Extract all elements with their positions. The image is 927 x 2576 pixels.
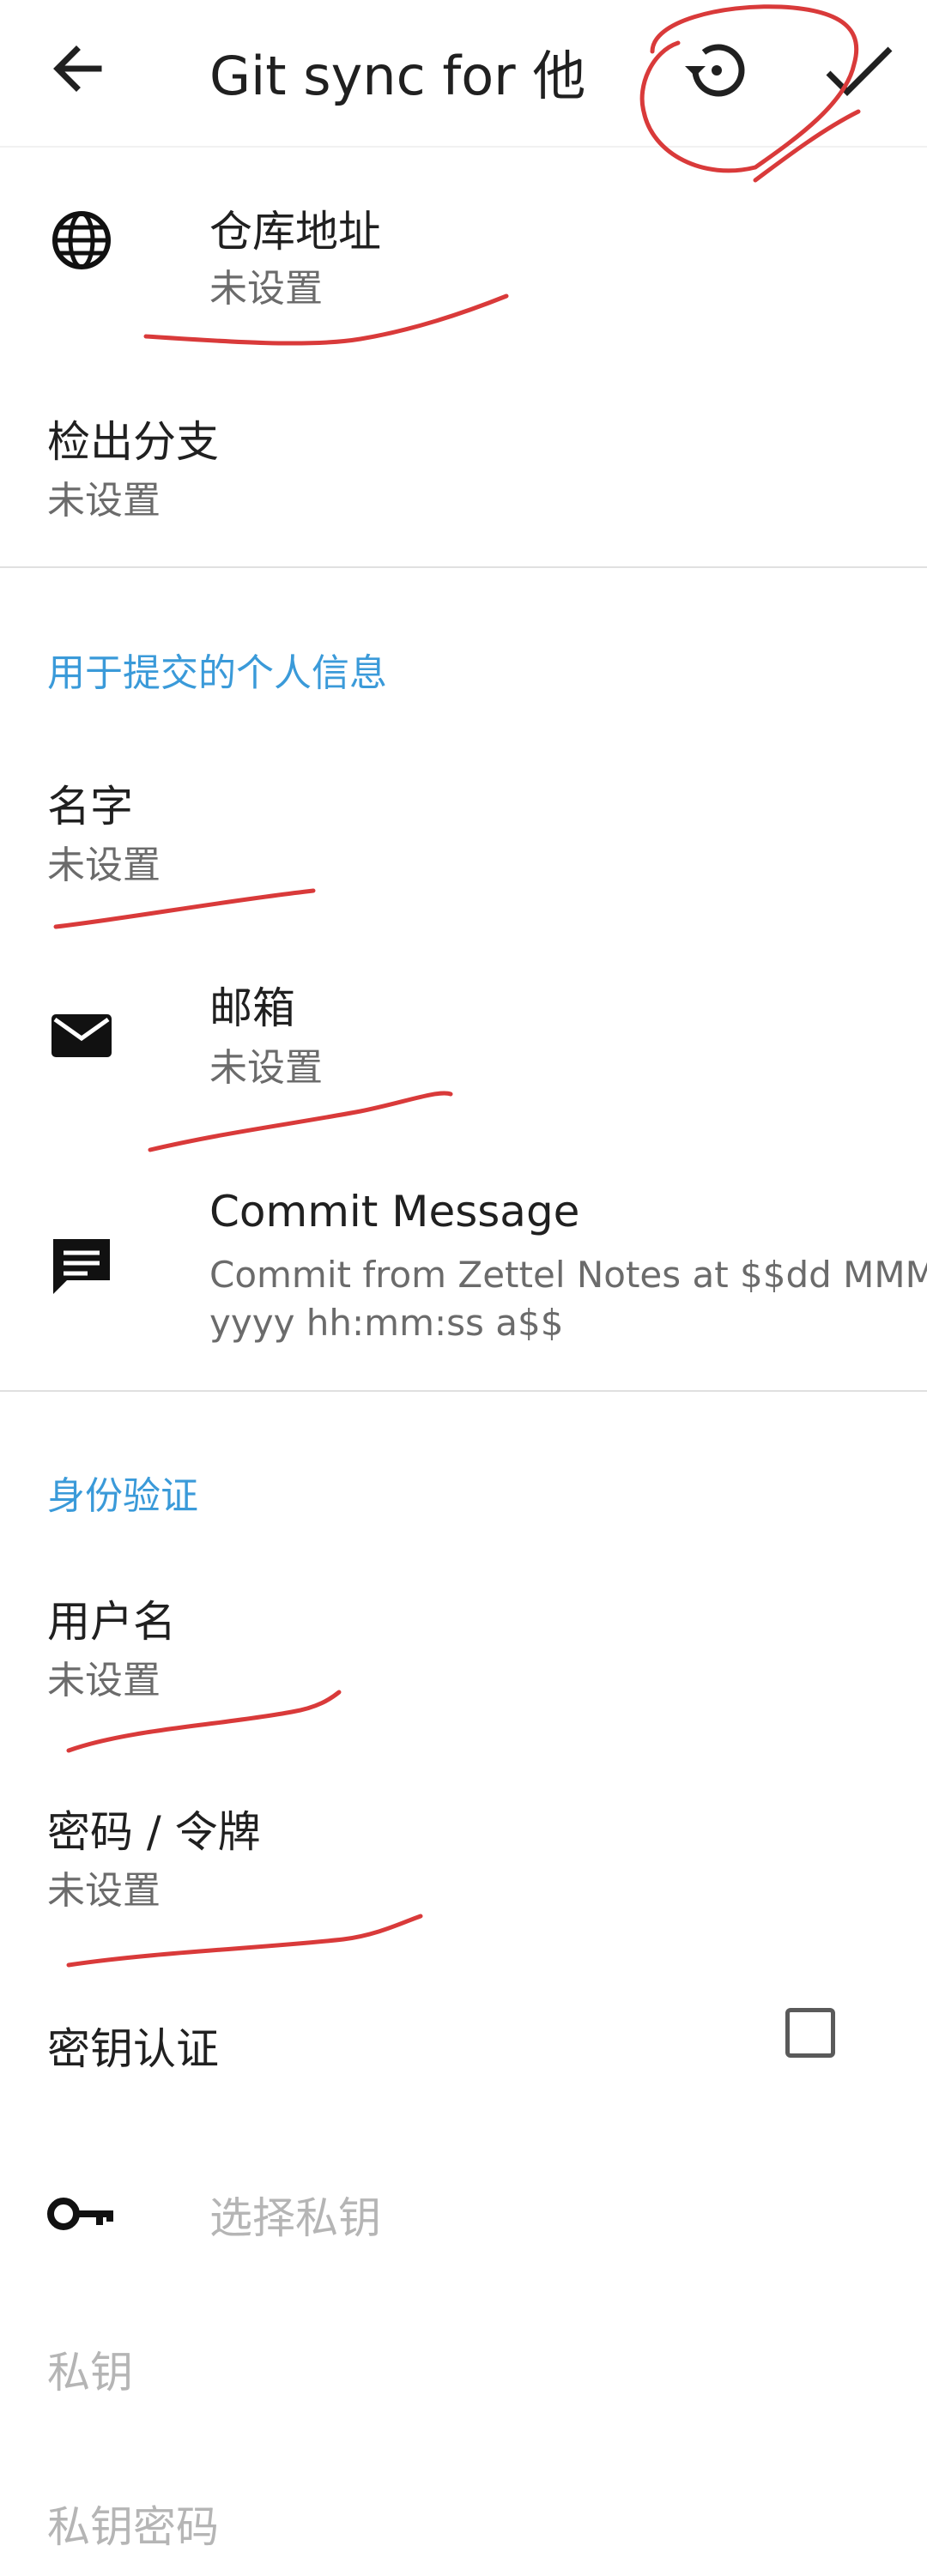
section-header-personal-info: 用于提交的个人信息 xyxy=(47,651,387,695)
history-icon[interactable] xyxy=(678,32,755,109)
choose-private-key-title: 选择私钥 xyxy=(209,2193,381,2243)
check-icon[interactable] xyxy=(820,32,897,109)
password-setting[interactable]: 密码 / 令牌 未设置 xyxy=(0,1793,927,1965)
commit-message-setting[interactable]: Commit Message Commit from Zettel Notes … xyxy=(0,1184,927,1382)
page-title: Git sync for 他 xyxy=(209,45,586,107)
password-value: 未设置 xyxy=(47,1869,161,1913)
repo-address-value: 未设置 xyxy=(209,267,323,311)
name-setting[interactable]: 名字 未设置 xyxy=(0,755,927,927)
key-auth-checkbox[interactable] xyxy=(785,2008,835,2058)
section-header-authentication: 身份验证 xyxy=(47,1474,198,1518)
key-auth-title: 密钥认证 xyxy=(47,2024,219,2074)
checkout-branch-title: 检出分支 xyxy=(47,417,219,467)
key-auth-setting[interactable]: 密钥认证 xyxy=(0,1991,927,2111)
choose-private-key-setting[interactable]: 选择私钥 xyxy=(0,2145,927,2283)
back-arrow-icon[interactable] xyxy=(47,34,116,103)
commit-message-title: Commit Message xyxy=(209,1187,580,1237)
globe-icon xyxy=(52,211,111,269)
private-key-setting[interactable]: 私钥 xyxy=(0,2308,927,2428)
divider xyxy=(0,566,927,568)
email-setting[interactable]: 邮箱 未设置 xyxy=(0,970,927,1141)
divider xyxy=(0,1390,927,1392)
email-icon xyxy=(52,1014,112,1057)
username-title: 用户名 xyxy=(47,1597,176,1647)
key-icon xyxy=(47,2198,113,2230)
commit-message-value: Commit from Zettel Notes at $$dd MMM yyy… xyxy=(209,1254,927,1344)
checkout-branch-value: 未设置 xyxy=(47,479,161,523)
name-title: 名字 xyxy=(47,782,133,831)
app-bar: Git sync for 他 xyxy=(0,0,927,148)
name-value: 未设置 xyxy=(47,844,161,887)
private-key-password-title: 私钥密码 xyxy=(47,2502,219,2552)
repo-address-setting[interactable]: 仓库地址 未设置 xyxy=(0,163,927,335)
email-value: 未设置 xyxy=(209,1046,323,1090)
repo-address-title: 仓库地址 xyxy=(209,207,381,257)
email-title: 邮箱 xyxy=(209,983,295,1033)
message-icon xyxy=(53,1239,110,1294)
password-title: 密码 / 令牌 xyxy=(47,1807,261,1857)
username-setting[interactable]: 用户名 未设置 xyxy=(0,1579,927,1751)
username-value: 未设置 xyxy=(47,1659,161,1702)
checkout-branch-setting[interactable]: 检出分支 未设置 xyxy=(0,390,927,562)
private-key-title: 私钥 xyxy=(47,2348,133,2398)
private-key-password-setting[interactable]: 私钥密码 xyxy=(0,2463,927,2574)
